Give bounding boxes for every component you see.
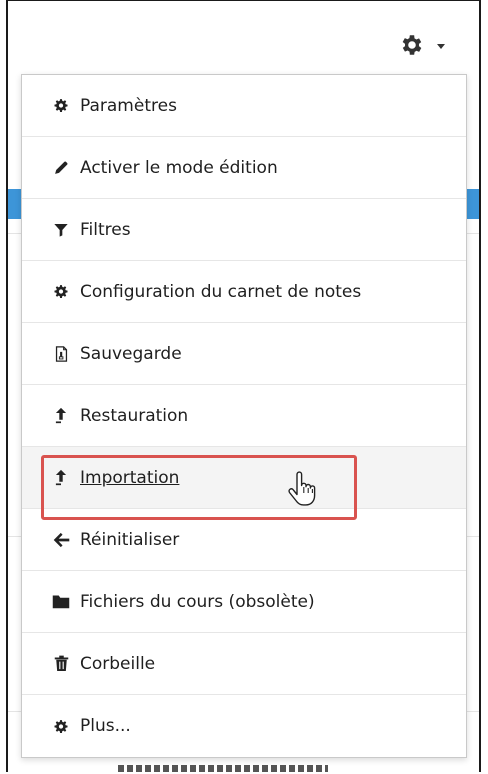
arrow-left-icon [52,531,70,549]
menu-item-label: Paramètres [80,95,177,116]
menu-item-plus[interactable]: Plus... [22,695,466,757]
menu-item-importation[interactable]: Importation [22,447,466,509]
menu-item-configuration-carnet-notes[interactable]: Configuration du carnet de notes [22,261,466,323]
gear-icon [402,35,422,55]
menu-item-fichiers-du-cours[interactable]: Fichiers du cours (obsolète) [22,571,466,633]
filter-icon [52,221,70,239]
menu-item-label: Restauration [80,405,189,426]
menu-item-label: Sauvegarde [80,343,182,364]
menu-item-label: Configuration du carnet de notes [80,281,362,302]
pencil-icon [52,159,70,177]
course-actions-menu-toggle[interactable] [399,30,459,60]
upload-arrow-icon [52,469,70,487]
menu-item-sauvegarde[interactable]: Sauvegarde [22,323,466,385]
menu-item-reinitialiser[interactable]: Réinitialiser [22,509,466,571]
menu-item-label: Plus... [80,716,131,736]
upload-arrow-icon [52,407,70,425]
gear-icon [52,283,70,301]
menu-item-restauration[interactable]: Restauration [22,385,466,447]
gear-icon [52,717,70,735]
menu-item-corbeille[interactable]: Corbeille [22,633,466,695]
gear-icon [52,97,70,115]
menu-item-label: Activer le mode édition [80,157,278,178]
course-actions-dropdown: Paramètres Activer le mode édition Filtr… [21,74,467,758]
menu-item-parametres[interactable]: Paramètres [22,75,466,137]
trash-icon [52,655,70,673]
menu-item-label: Filtres [80,219,131,240]
menu-item-activer-mode-edition[interactable]: Activer le mode édition [22,137,466,199]
folder-icon [52,593,70,611]
background-text [118,765,328,772]
backup-file-icon [52,345,70,363]
menu-item-label: Réinitialiser [80,529,180,550]
menu-item-label: Corbeille [80,653,156,674]
chevron-down-icon [437,43,445,49]
menu-item-filtres[interactable]: Filtres [22,199,466,261]
menu-item-label: Importation [80,467,180,488]
menu-item-label: Fichiers du cours (obsolète) [80,591,315,612]
